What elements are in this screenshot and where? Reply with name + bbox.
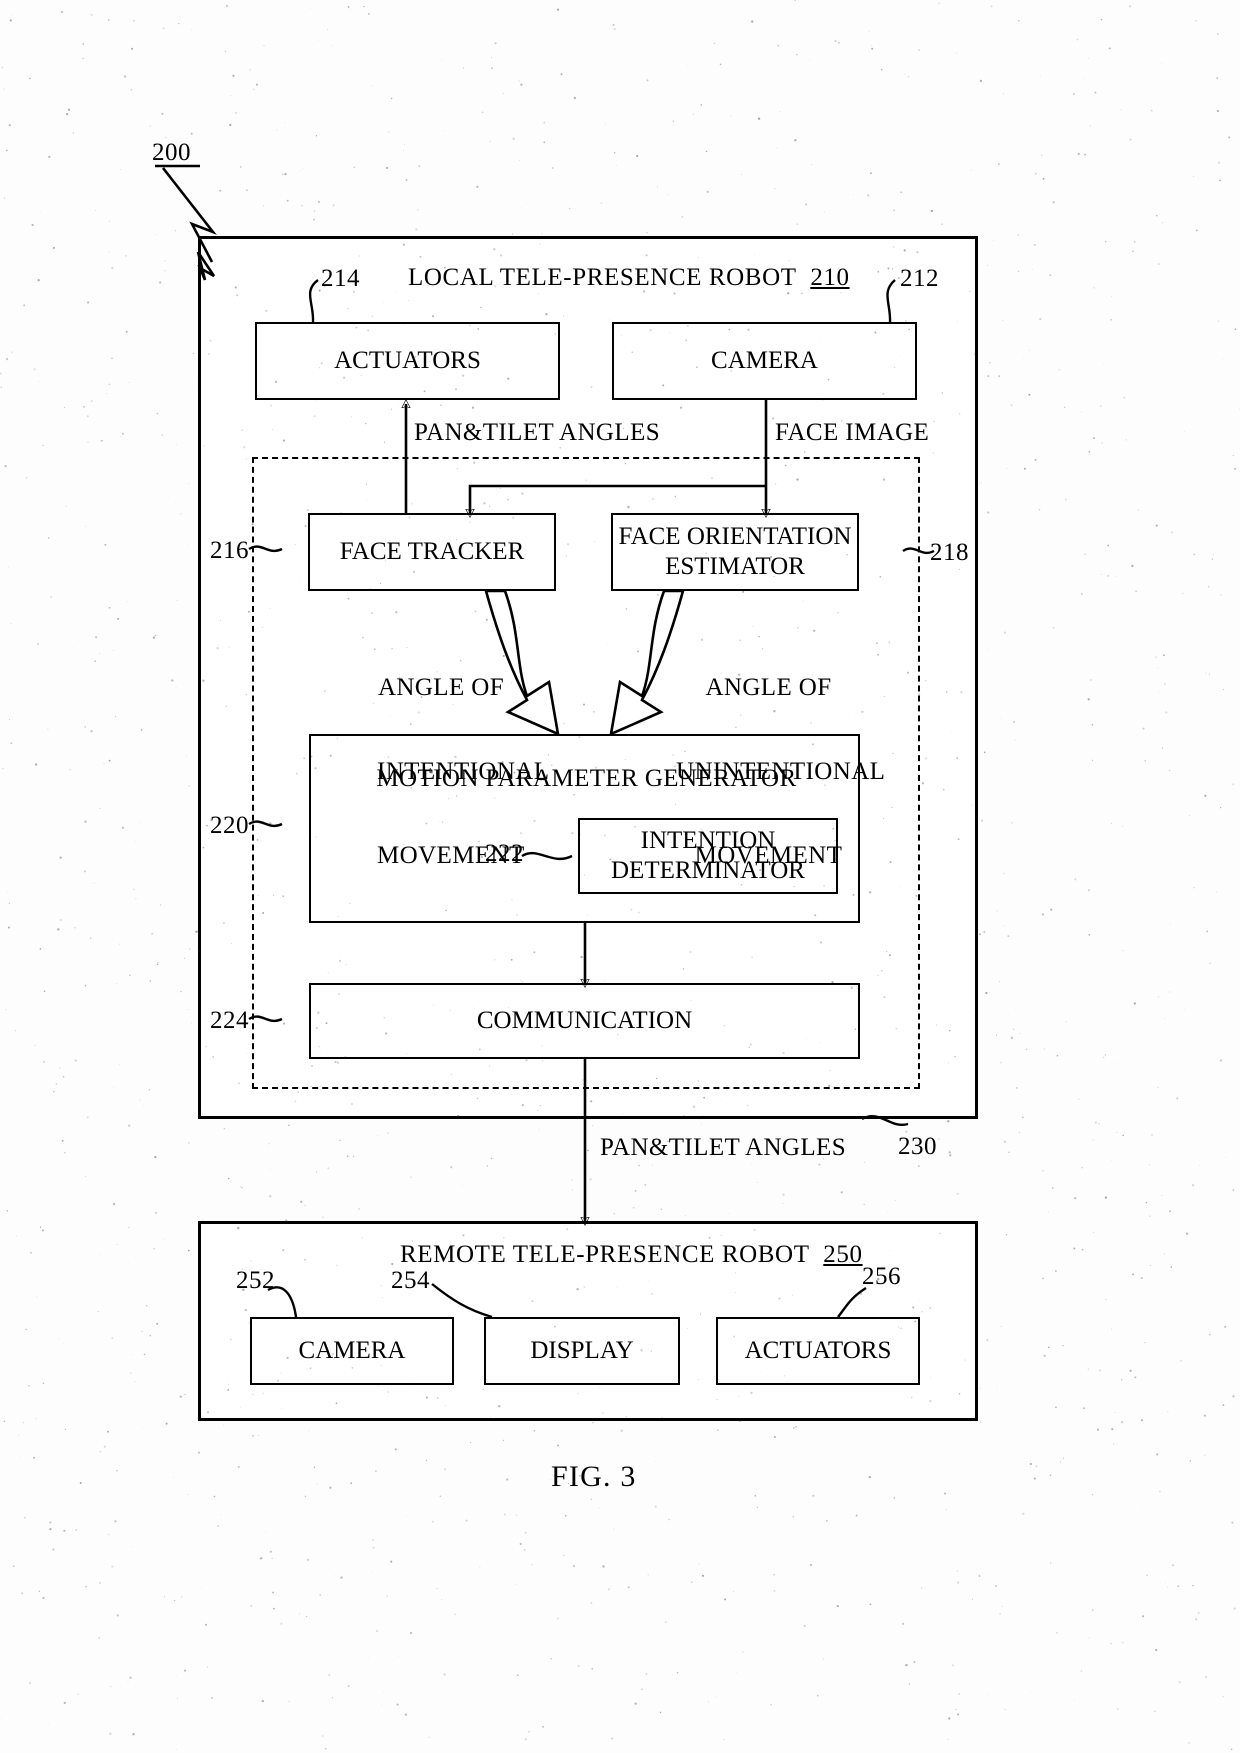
local-camera-label: CAMERA bbox=[711, 346, 818, 374]
local-camera-box[interactable]: CAMERA bbox=[612, 322, 917, 400]
remote-camera-box[interactable]: CAMERA bbox=[250, 1317, 454, 1385]
ref-212: 212 bbox=[900, 265, 939, 292]
angle-intentional-line1: ANGLE OF bbox=[377, 674, 505, 701]
communication-box[interactable]: COMMUNICATION bbox=[309, 983, 860, 1059]
face-orientation-estimator-box[interactable]: FACE ORIENTATION ESTIMATOR bbox=[611, 513, 859, 591]
angle-intentional-line2: INTENTIONAL bbox=[377, 758, 550, 785]
remote-display-box[interactable]: DISPLAY bbox=[484, 1317, 680, 1385]
ref-222: 222 bbox=[485, 840, 524, 867]
face-orientation-estimator-label-line1: FACE ORIENTATION bbox=[618, 522, 852, 550]
face-tracker-box[interactable]: FACE TRACKER bbox=[308, 513, 556, 591]
angle-unintentional-line3: MOVEMENT bbox=[694, 842, 843, 869]
remote-robot-title-text: REMOTE TELE-PRESENCE ROBOT bbox=[400, 1241, 810, 1268]
ref-214: 214 bbox=[321, 265, 360, 292]
figure-caption: FIG. 3 bbox=[551, 1460, 637, 1493]
angle-intentional-movement-label: ANGLE OF INTENTIONAL MOVEMENT bbox=[377, 618, 550, 926]
local-robot-ref: 210 bbox=[810, 264, 850, 291]
remote-robot-ref: 250 bbox=[823, 1241, 863, 1268]
face-image-label: FACE IMAGE bbox=[775, 419, 930, 446]
ref-216: 216 bbox=[210, 537, 249, 564]
remote-camera-label: CAMERA bbox=[298, 1336, 406, 1364]
remote-actuators-box[interactable]: ACTUATORS bbox=[716, 1317, 920, 1385]
angle-unintentional-line2: UNINTENTIONAL bbox=[676, 758, 886, 785]
local-robot-title-text: LOCAL TELE-PRESENCE ROBOT bbox=[408, 264, 797, 291]
figure-canvas: LOCAL TELE-PRESENCE ROBOT 210 ACTUATORS … bbox=[0, 0, 1240, 1753]
ref-254: 254 bbox=[391, 1267, 430, 1294]
pan-tilt-angles-up-label: PAN&TILET ANGLES bbox=[414, 419, 660, 446]
face-orientation-estimator-label-line2: ESTIMATOR bbox=[665, 553, 805, 580]
ref-252: 252 bbox=[236, 1267, 275, 1294]
pan-tilt-angles-down-label: PAN&TILET ANGLES bbox=[600, 1134, 846, 1161]
remote-actuators-label: ACTUATORS bbox=[744, 1336, 892, 1364]
ref-256: 256 bbox=[862, 1263, 901, 1290]
local-actuators-label: ACTUATORS bbox=[334, 346, 481, 374]
ref-220: 220 bbox=[210, 812, 249, 839]
angle-unintentional-line1: ANGLE OF bbox=[705, 674, 832, 701]
ref-230: 230 bbox=[898, 1133, 937, 1160]
local-robot-title: LOCAL TELE-PRESENCE ROBOT 210 bbox=[408, 264, 850, 292]
ref-224: 224 bbox=[210, 1007, 249, 1034]
local-actuators-box[interactable]: ACTUATORS bbox=[255, 322, 560, 400]
angle-unintentional-movement-label: ANGLE OF UNINTENTIONAL MOVEMENT bbox=[676, 618, 886, 926]
remote-display-label: DISPLAY bbox=[530, 1336, 634, 1364]
system-ref-200: 200 bbox=[152, 139, 191, 166]
ref-218: 218 bbox=[930, 539, 969, 566]
communication-label: COMMUNICATION bbox=[476, 1006, 693, 1034]
face-tracker-label: FACE TRACKER bbox=[339, 537, 525, 565]
remote-robot-title: REMOTE TELE-PRESENCE ROBOT 250 bbox=[400, 1241, 863, 1269]
